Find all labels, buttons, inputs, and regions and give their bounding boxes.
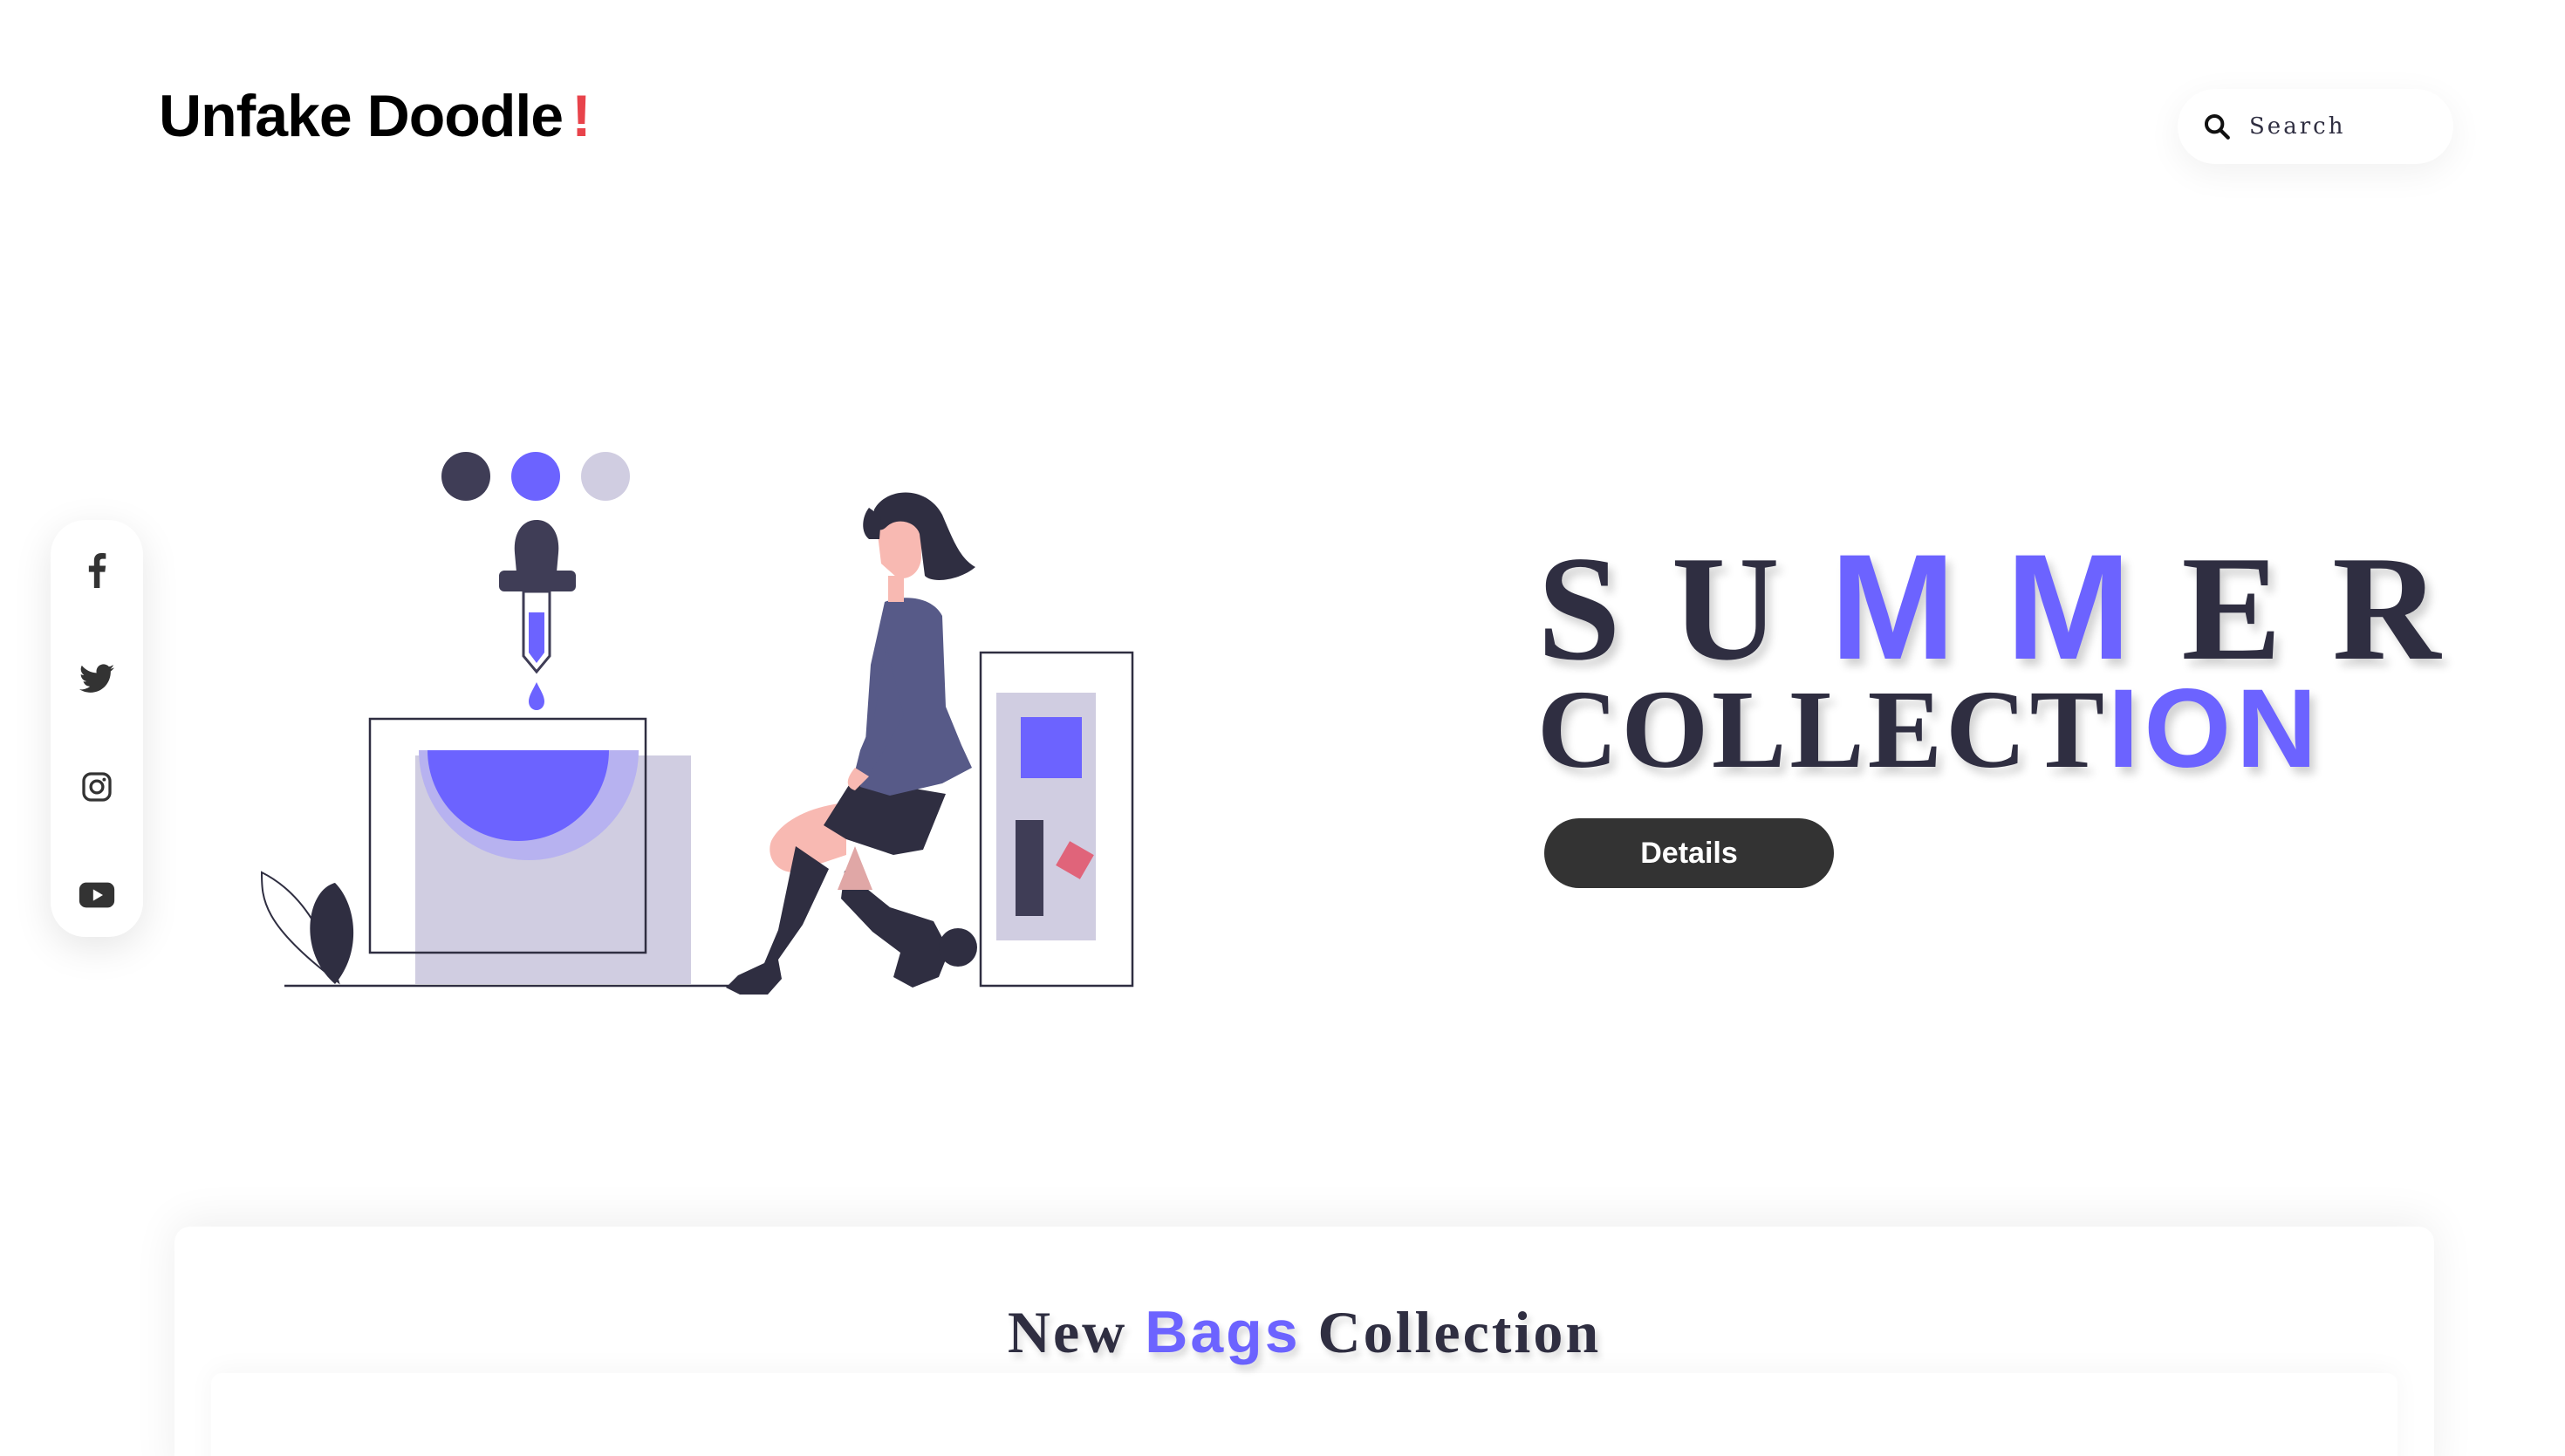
section-title-part: Collection	[1300, 1299, 1602, 1365]
search-icon[interactable]	[2202, 112, 2232, 141]
twitter-icon[interactable]	[76, 658, 118, 700]
logo[interactable]: Unfake Doodle!	[159, 77, 592, 155]
bags-section: New Bags Collection	[174, 1227, 2434, 1456]
bags-grid	[211, 1373, 2397, 1456]
cabinet-square	[1021, 717, 1082, 778]
hero-subtitle-part: COLLECT	[1537, 667, 2108, 791]
hero-title-collection: COLLECTION	[1537, 673, 2322, 786]
details-button[interactable]: Details	[1544, 818, 1834, 888]
dot-accent	[511, 452, 560, 501]
dot-lilac	[581, 452, 630, 501]
hero-subtitle-highlight: ION	[2107, 666, 2322, 791]
instagram-icon[interactable]	[76, 766, 118, 808]
logo-text: Unfake Doodle	[159, 83, 564, 149]
facebook-icon[interactable]	[76, 550, 118, 591]
cabinet-bar	[1016, 820, 1043, 916]
hero-illustration	[260, 452, 1134, 995]
logo-mark: !	[571, 83, 592, 149]
section-title-part: New	[1007, 1299, 1146, 1365]
search-box[interactable]	[2178, 89, 2453, 164]
section-title: New Bags Collection	[174, 1298, 2434, 1367]
woman-figure	[726, 492, 977, 995]
dot-dark	[441, 452, 490, 501]
social-links	[51, 520, 143, 937]
dropper-icon	[499, 520, 576, 710]
youtube-icon[interactable]	[76, 874, 118, 916]
leaf-icon	[260, 871, 354, 985]
search-input[interactable]	[2247, 113, 2452, 140]
hero-title-summer: SUMMER	[1537, 532, 2480, 684]
section-title-highlight: Bags	[1145, 1299, 1301, 1365]
